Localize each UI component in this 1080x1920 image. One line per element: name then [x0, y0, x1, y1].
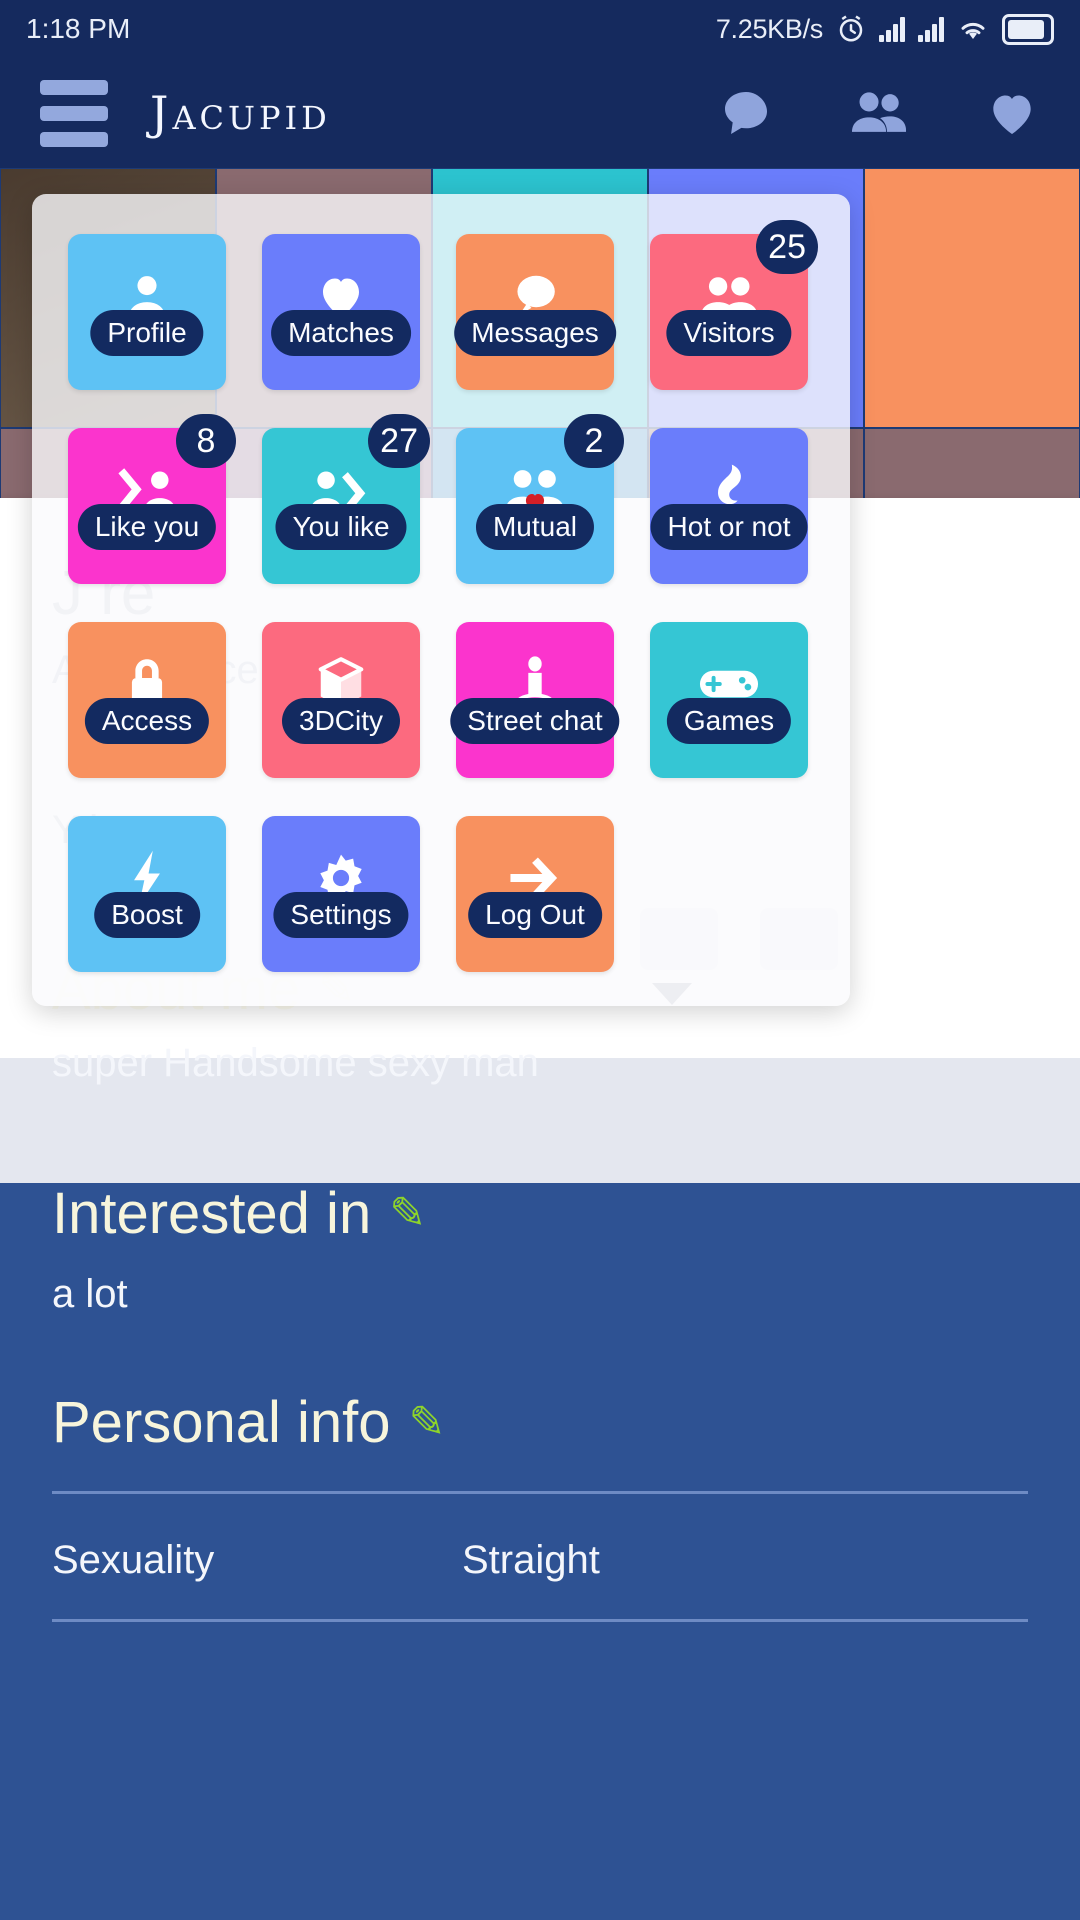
status-bar: 1:18 PM 7.25KB/s: [0, 0, 1080, 58]
tile-badge: 27: [368, 414, 430, 468]
tile-label: You like: [275, 504, 407, 550]
tile-messages[interactable]: Messages: [454, 234, 616, 390]
hamburger-menu-icon[interactable]: [40, 79, 108, 147]
profile-details: super Handsome sexy man Interested in ✎ …: [0, 1015, 1080, 1622]
tile-label: Profile: [90, 310, 204, 356]
tile-like-you[interactable]: 8 Like you: [68, 414, 236, 584]
tile-mutual[interactable]: 2 Mutual: [456, 414, 624, 584]
info-value: Straight: [462, 1537, 600, 1582]
app-title: Jacupid: [150, 86, 331, 140]
personal-info-title: Personal info ✎: [52, 1389, 446, 1455]
tile-profile[interactable]: Profile: [68, 234, 226, 390]
pencil-icon[interactable]: ✎: [409, 1400, 446, 1445]
alarm-clock-icon: [836, 14, 866, 44]
app-bar-actions: [718, 85, 1040, 141]
heart-icon[interactable]: [984, 85, 1040, 141]
about-me-text: super Handsome sexy man: [52, 1041, 539, 1085]
table-row: Sexuality Straight: [52, 1494, 1028, 1583]
tile-label: Log Out: [468, 892, 602, 938]
tile-label: Visitors: [666, 310, 792, 356]
tile-label: Hot or not: [650, 504, 808, 550]
status-bar-time: 1:18 PM: [26, 13, 131, 44]
chat-bubble-icon[interactable]: [718, 85, 774, 141]
tile-label: Games: [666, 698, 792, 744]
tile-settings[interactable]: Settings: [262, 816, 420, 972]
battery-icon: [1002, 13, 1054, 45]
tile-label: Messages: [454, 310, 616, 356]
tile-label: Settings: [273, 892, 409, 938]
tile-games[interactable]: Games: [650, 622, 808, 778]
signal-bars-icon-1: [879, 16, 905, 42]
tile-boost[interactable]: Boost: [68, 816, 226, 972]
tile-label: Street chat: [450, 698, 620, 744]
info-key: Sexuality: [52, 1537, 215, 1582]
tile-hot-or-not[interactable]: Hot or not: [650, 428, 808, 584]
network-speed-text: 7.25KB/s: [715, 13, 823, 44]
tile-label: Matches: [271, 310, 411, 356]
signal-bars-icon-2: [918, 16, 944, 42]
tile-access[interactable]: Access: [68, 622, 226, 778]
interested-in-title: Interested in ✎: [52, 1181, 427, 1246]
drawer-tile-grid: Profile Matches Messages 25 Visitors 8 L…: [68, 220, 818, 972]
people-icon[interactable]: [848, 85, 910, 141]
drawer-menu: Profile Matches Messages 25 Visitors 8 L…: [32, 194, 850, 1006]
tile-street-chat[interactable]: Street chat: [450, 622, 620, 778]
pencil-icon[interactable]: ✎: [389, 1191, 426, 1236]
tile-label: Like you: [77, 504, 217, 550]
tile-badge: 8: [176, 414, 236, 468]
status-bar-icons: 7.25KB/s: [715, 13, 1054, 45]
tile-you-like[interactable]: 27 You like: [262, 414, 430, 584]
tile-badge: 25: [756, 220, 818, 274]
wifi-icon: [957, 15, 989, 43]
tile-label: Boost: [94, 892, 200, 938]
tile-badge: 2: [564, 414, 624, 468]
interested-in-text: a lot: [52, 1271, 128, 1316]
tile-matches[interactable]: Matches: [262, 234, 420, 390]
app-bar: Jacupid: [0, 58, 1080, 168]
tile-log-out[interactable]: Log Out: [456, 816, 614, 972]
tile-visitors[interactable]: 25 Visitors: [650, 220, 818, 390]
tile-label: Access: [84, 698, 210, 744]
divider: [52, 1618, 1028, 1622]
tile-label: Mutual: [475, 504, 595, 550]
tile-label: 3DCity: [281, 698, 401, 744]
tile-3dcity[interactable]: 3DCity: [262, 622, 420, 778]
